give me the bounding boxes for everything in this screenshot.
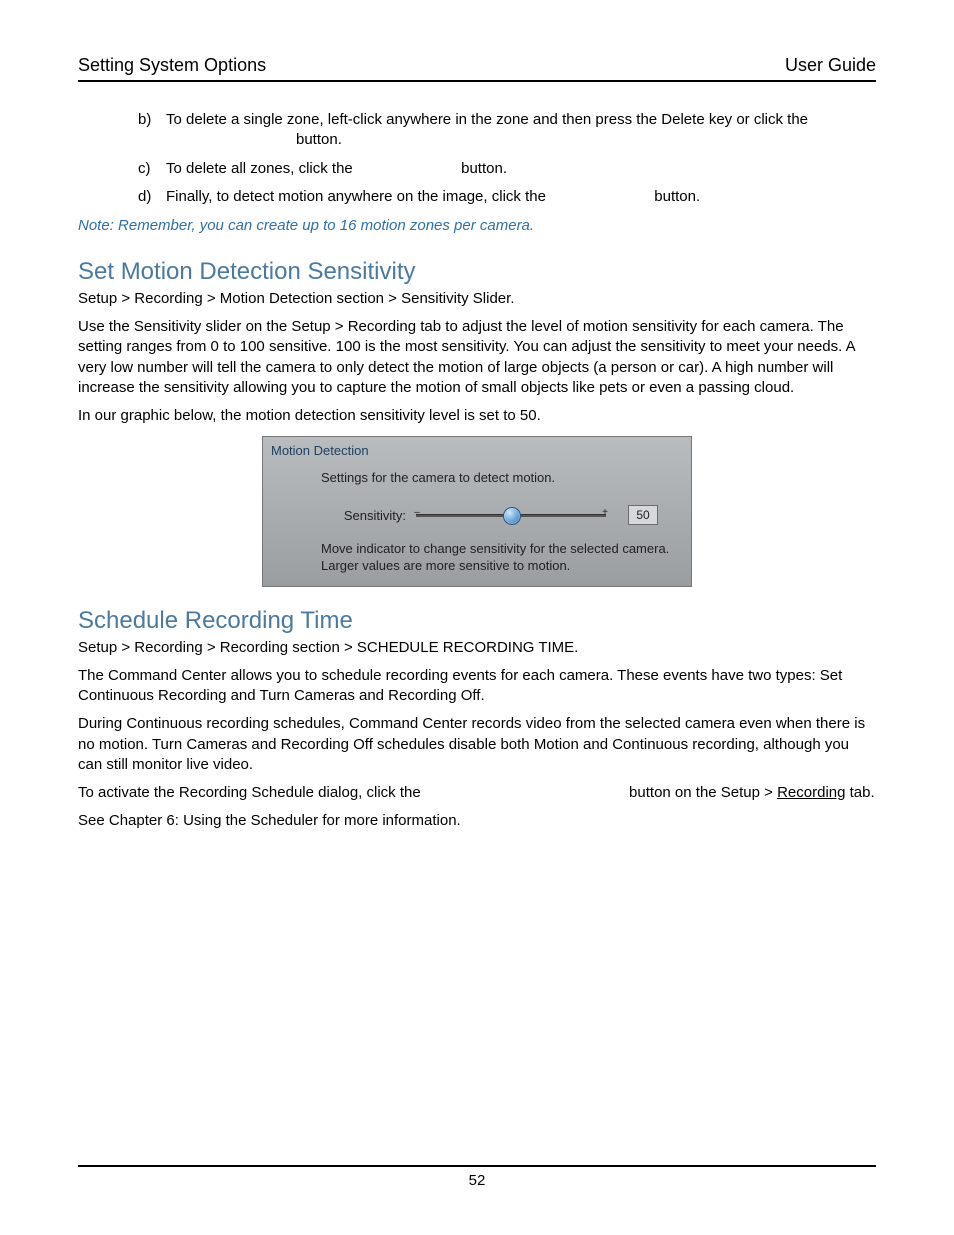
plus-icon: + [602, 507, 608, 518]
list-b-text2: button. [296, 130, 876, 150]
list-c-text2: button. [461, 160, 507, 177]
sensitivity-slider[interactable]: – + [416, 503, 606, 527]
p3d: tab. [845, 784, 874, 801]
ordered-list: b) To delete a single zone, left-click a… [138, 110, 876, 207]
paragraph: To activate the Recording Schedule dialo… [78, 783, 876, 803]
panel-subtitle: Settings for the camera to detect motion… [321, 470, 683, 485]
page-number: 52 [0, 1172, 954, 1189]
slider-label: Sensitivity: [321, 508, 416, 523]
list-item: b) To delete a single zone, left-click a… [138, 110, 876, 151]
panel-title: Motion Detection [271, 441, 683, 460]
panel-help-line1: Move indicator to change sensitivity for… [321, 541, 669, 556]
breadcrumb: Setup > Recording > Motion Detection sec… [78, 290, 876, 307]
sensitivity-slider-row: Sensitivity: – + 50 [321, 503, 683, 527]
list-item: d) Finally, to detect motion anywhere on… [138, 187, 876, 207]
header-left: Setting System Options [78, 55, 266, 76]
paragraph: During Continuous recording schedules, C… [78, 714, 876, 775]
list-key-b: b) [138, 110, 166, 151]
list-key-d: d) [138, 187, 166, 207]
panel-help-line2: Larger values are more sensitive to moti… [321, 558, 570, 573]
slider-value: 50 [628, 505, 658, 525]
header-right: User Guide [785, 55, 876, 76]
bc-prefix: Setup > Recording > Recording section > [78, 639, 357, 656]
footer-rule [78, 1165, 876, 1167]
paragraph: The Command Center allows you to schedul… [78, 666, 876, 707]
recording-link[interactable]: Recording [777, 784, 845, 801]
panel-help: Move indicator to change sensitivity for… [321, 541, 683, 574]
p3b: button on the Setup > [629, 784, 777, 801]
list-item: c) To delete all zones, click the button… [138, 159, 876, 179]
list-body-b: To delete a single zone, left-click anyw… [166, 110, 876, 151]
list-d-text1: Finally, to detect motion anywhere on th… [166, 188, 546, 205]
section-heading-schedule: Schedule Recording Time [78, 607, 876, 635]
paragraph: Use the Sensitivity slider on the Setup … [78, 317, 876, 398]
list-d-text2: button. [654, 188, 700, 205]
list-body-d: Finally, to detect motion anywhere on th… [166, 187, 876, 207]
list-c-text1: To delete all zones, click the [166, 160, 353, 177]
list-key-c: c) [138, 159, 166, 179]
document-page: Setting System Options User Guide b) To … [0, 0, 954, 1235]
p3a: To activate the Recording Schedule dialo… [78, 784, 421, 801]
list-b-text1: To delete a single zone, left-click anyw… [166, 111, 808, 128]
section-heading-sensitivity: Set Motion Detection Sensitivity [78, 258, 876, 286]
breadcrumb: Setup > Recording > Recording section > … [78, 639, 876, 656]
note-text: Note: Remember, you can create up to 16 … [78, 217, 876, 234]
paragraph: See Chapter 6: Using the Scheduler for m… [78, 811, 876, 831]
paragraph: In our graphic below, the motion detecti… [78, 406, 876, 426]
page-header: Setting System Options User Guide [78, 55, 876, 82]
motion-detection-panel: Motion Detection Settings for the camera… [262, 436, 692, 587]
slider-thumb[interactable] [503, 507, 521, 525]
bc-smallcaps: SCHEDULE RECORDING TIME. [357, 639, 578, 656]
list-body-c: To delete all zones, click the button. [166, 159, 876, 179]
